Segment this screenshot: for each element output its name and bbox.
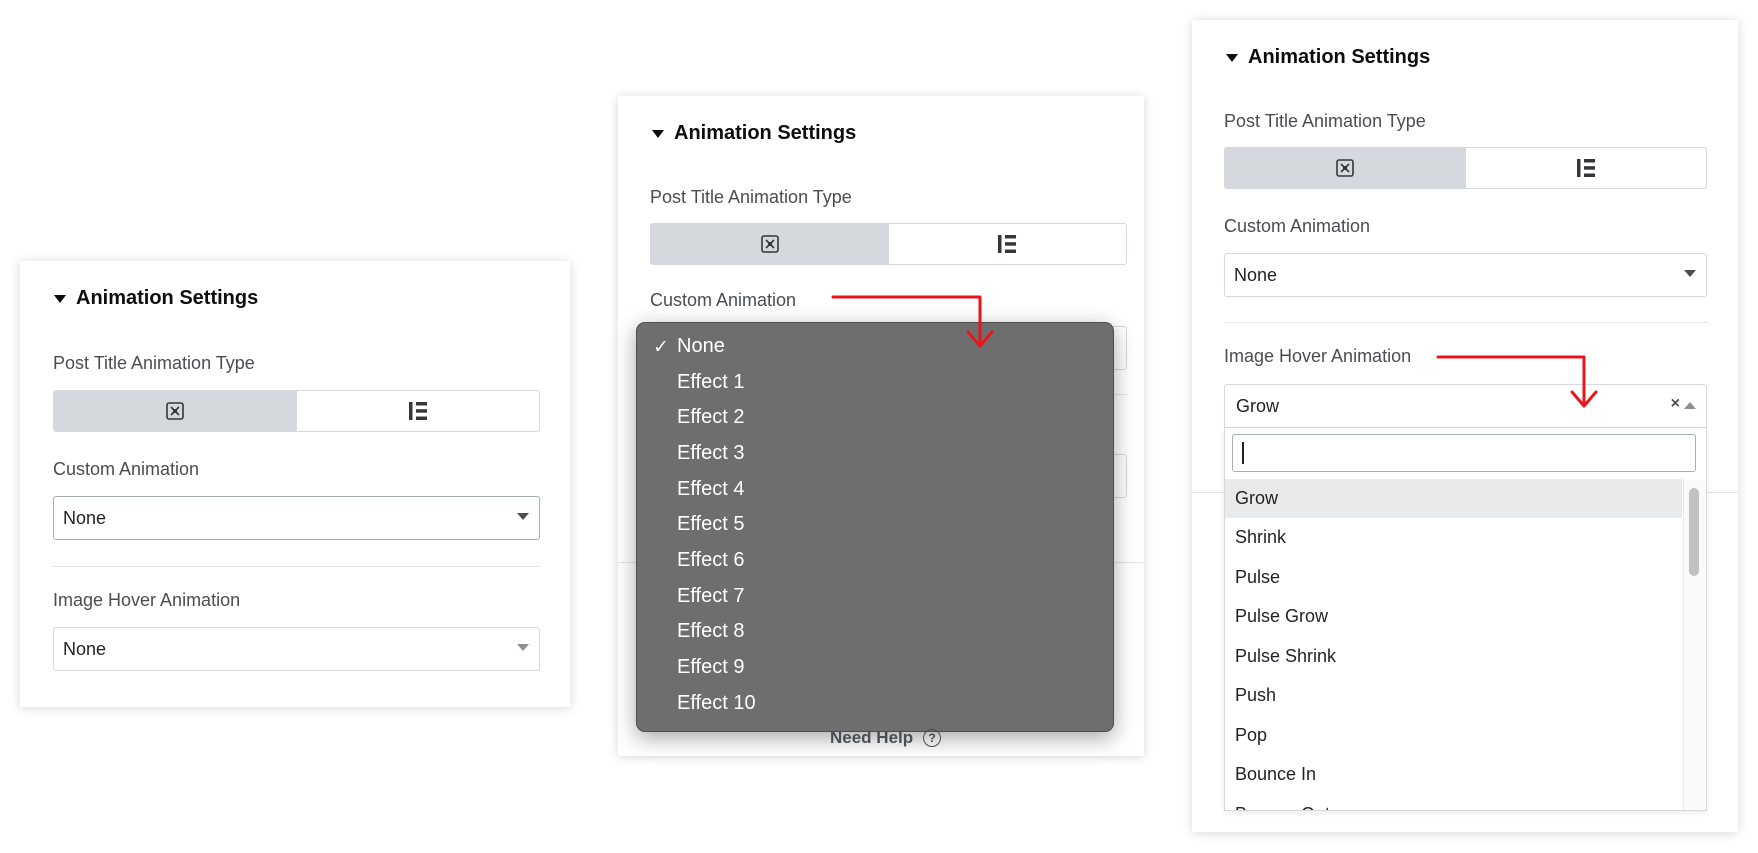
elementor-logo-icon: [1336, 159, 1355, 177]
toggle-option-custom[interactable]: [1466, 148, 1707, 188]
caret-down-icon: [54, 294, 66, 303]
divider: [53, 566, 540, 567]
dropdown-option[interactable]: Pulse Grow: [1225, 597, 1682, 636]
custom-animation-dropdown-menu: ✓ None Effect 1 Effect 2 Effect 3 Effect…: [636, 322, 1114, 732]
section-toggle-animation-settings[interactable]: Animation Settings: [1226, 46, 1430, 69]
dropdown-option[interactable]: Effect 8: [677, 620, 744, 643]
dropdown-option[interactable]: Effect 6: [677, 549, 744, 572]
clear-icon[interactable]: ×: [1671, 395, 1680, 413]
dropdown-option[interactable]: Effect 2: [677, 406, 744, 429]
image-hover-animation-value: None: [63, 638, 107, 659]
dropdown-option[interactable]: Effect 3: [677, 442, 744, 465]
custom-animation-label: Custom Animation: [53, 459, 200, 479]
panel-left: Animation Settings Post Title Animation …: [20, 261, 570, 707]
divider: [1224, 322, 1707, 323]
dropdown-option[interactable]: Pop: [1225, 716, 1682, 755]
dropdown-option[interactable]: None: [677, 335, 725, 358]
image-hover-animation-value: Grow: [1236, 395, 1280, 416]
chevron-down-icon: [517, 644, 529, 651]
section-toggle-animation-settings[interactable]: Animation Settings: [54, 287, 258, 310]
dropdown-option[interactable]: Effect 4: [677, 478, 744, 501]
caret-down-icon: [1226, 53, 1238, 62]
need-help-link[interactable]: Need Help ?: [830, 728, 942, 748]
checkmark-icon: ✓: [653, 337, 669, 358]
need-help-label: Need Help: [830, 728, 914, 747]
dropdown-search-input[interactable]: [1232, 434, 1696, 472]
elementor-logo-icon: [760, 235, 779, 253]
custom-animation-label: Custom Animation: [650, 290, 797, 310]
section-title: Animation Settings: [1248, 46, 1431, 68]
post-title-animation-type-toggle: [650, 223, 1127, 265]
custom-animation-select[interactable]: None: [1224, 253, 1707, 297]
dropdown-option-highlighted[interactable]: Grow: [1225, 479, 1682, 518]
custom-animation-select[interactable]: None: [53, 496, 540, 540]
elementor-logo-icon: [166, 402, 185, 420]
dropdown-option[interactable]: Push: [1225, 676, 1682, 715]
dropdown-option[interactable]: Bounce In: [1225, 755, 1682, 794]
custom-animation-label: Custom Animation: [1224, 216, 1371, 236]
image-hover-animation-select[interactable]: Grow ×: [1224, 384, 1707, 428]
dropdown-option[interactable]: Bounce Out: [1225, 795, 1682, 810]
post-title-animation-type-label: Post Title Animation Type: [1224, 111, 1426, 131]
post-title-animation-type-toggle: [53, 390, 540, 432]
toggle-option-custom[interactable]: [297, 391, 540, 431]
post-title-animation-type-label: Post Title Animation Type: [53, 353, 255, 373]
custom-list-icon: [408, 402, 427, 420]
chevron-up-icon: [1684, 402, 1696, 409]
chevron-down-icon: [517, 513, 529, 520]
image-hover-animation-label: Image Hover Animation: [53, 590, 241, 610]
dropdown-option[interactable]: Effect 1: [677, 371, 744, 394]
post-title-animation-type-toggle: [1224, 147, 1707, 189]
dropdown-option[interactable]: Effect 7: [677, 585, 744, 608]
custom-animation-value: None: [63, 507, 107, 528]
chevron-down-icon: [1684, 270, 1696, 277]
toggle-option-custom[interactable]: [889, 224, 1127, 264]
section-title: Animation Settings: [674, 122, 857, 144]
toggle-option-elementor[interactable]: [54, 391, 297, 431]
section-title: Animation Settings: [76, 287, 259, 309]
question-circle-icon: ?: [923, 729, 942, 747]
image-hover-animation-dropdown: Grow Shrink Pulse Pulse Grow Pulse Shrin…: [1224, 428, 1707, 811]
text-cursor: [1242, 442, 1244, 464]
caret-down-icon: [652, 129, 664, 138]
image-hover-animation-label: Image Hover Animation: [1224, 346, 1412, 366]
dropdown-option[interactable]: Pulse: [1225, 558, 1682, 597]
dropdown-option[interactable]: Effect 5: [677, 513, 744, 536]
custom-list-icon: [998, 235, 1017, 253]
dropdown-option[interactable]: Pulse Shrink: [1225, 637, 1682, 676]
post-title-animation-type-label: Post Title Animation Type: [650, 187, 852, 207]
image-hover-animation-select[interactable]: None: [53, 627, 540, 671]
dropdown-option[interactable]: Shrink: [1225, 518, 1682, 557]
dropdown-option[interactable]: Effect 10: [677, 692, 756, 715]
scrollbar-thumb[interactable]: [1689, 488, 1699, 576]
section-toggle-animation-settings[interactable]: Animation Settings: [652, 122, 856, 145]
dropdown-option[interactable]: Effect 9: [677, 656, 744, 679]
dropdown-scrollbar[interactable]: [1683, 480, 1706, 810]
custom-list-icon: [1576, 159, 1595, 177]
toggle-option-elementor[interactable]: [651, 224, 889, 264]
custom-animation-value: None: [1234, 264, 1278, 285]
toggle-option-elementor[interactable]: [1225, 148, 1466, 188]
